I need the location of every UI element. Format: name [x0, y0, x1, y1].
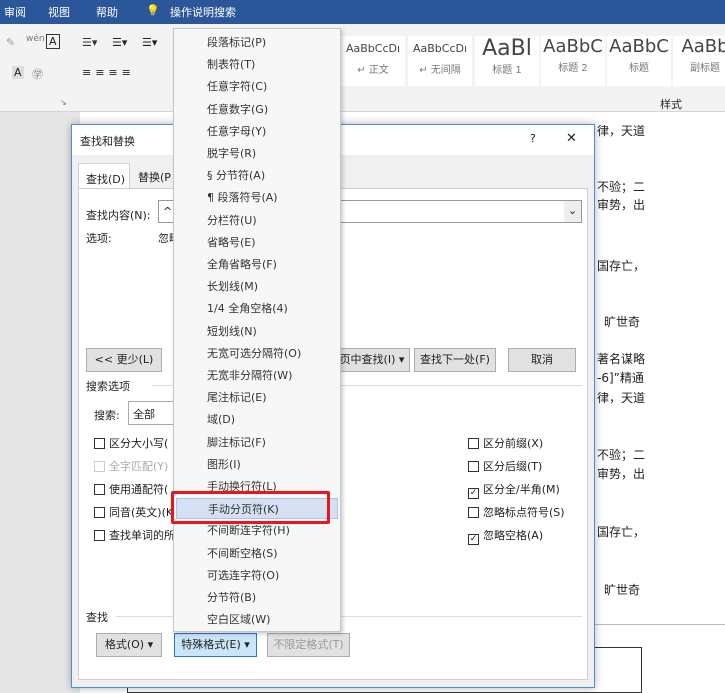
doc-line: 律，天道 [597, 391, 646, 405]
dialog-title: 查找和替换 [80, 135, 135, 148]
match-width-checkbox[interactable]: ✓ 区分全/半角(M) [468, 481, 560, 499]
lightbulb-icon: 💡 [146, 4, 160, 17]
options-label: 选项: [86, 232, 112, 245]
styles-group-label: 样式 [660, 98, 682, 111]
search-direction-select[interactable]: 全部 [128, 401, 178, 425]
special-menu-item[interactable]: 脚注标记(F) [176, 432, 338, 453]
special-menu-item[interactable]: 任意数字(G) [176, 99, 338, 120]
doc-line: 旷世奇 [604, 583, 641, 597]
wildcards-checkbox[interactable]: 使用通配符( [94, 481, 168, 497]
chevron-down-icon[interactable]: ⌄ [564, 201, 581, 222]
ribbon: ✎ wén A A ㊫ ☰▾ ☰▾ ☰▾ ≡≡≡≡ ↘ AaBbCcDı ↵ 正文… [0, 24, 725, 112]
doc-line: 国存亡， [597, 259, 646, 273]
tab-find[interactable]: 查找(D) [78, 163, 130, 189]
numbering-icon[interactable]: ☰▾ [112, 36, 127, 49]
tell-me-search[interactable]: 操作说明搜索 [170, 4, 236, 20]
menu-bar: 审阅 视图 帮助 💡 操作说明搜索 [0, 0, 725, 24]
menu-view[interactable]: 视图 [48, 4, 70, 20]
doc-line: -6]”精通 [597, 371, 644, 385]
special-format-button[interactable]: 特殊格式(E) ▾ [174, 633, 257, 657]
doc-line: 审势，出 [597, 198, 646, 212]
help-button[interactable]: ? [530, 132, 536, 145]
clear-format-icon[interactable]: ✎ [6, 36, 15, 49]
whole-word-checkbox[interactable]: 全字匹配(Y) [94, 458, 168, 474]
doc-line: 旷世奇 [604, 315, 641, 329]
no-formatting-button[interactable]: 不限定格式(T) [267, 633, 350, 657]
special-menu-item[interactable]: 省略号(E) [176, 232, 338, 253]
find-in-button[interactable]: 页中查找(I) ▾ [334, 348, 410, 372]
special-menu-item[interactable]: 无宽可选分隔符(O) [176, 343, 338, 364]
align-icons[interactable]: ≡≡≡≡ [82, 66, 135, 79]
special-menu-item[interactable]: § 分节符(A) [176, 165, 338, 186]
search-label: 搜索: [94, 409, 120, 422]
special-menu-item[interactable]: 不间断空格(S) [176, 543, 338, 564]
highlight-annotation [171, 491, 330, 524]
find-next-button[interactable]: 查找下一处(F) [414, 348, 496, 372]
special-menu-item[interactable]: 脱字号(R) [176, 143, 338, 164]
find-section-label: 查找 [86, 609, 114, 625]
char-shading-icon[interactable]: A [12, 66, 24, 79]
style-no-spacing[interactable]: AaBbCcDı ↵ 无间隔 [408, 36, 472, 86]
special-menu-item[interactable]: 尾注标记(E) [176, 387, 338, 408]
style-subtitle[interactable]: AaBb 副标题 [673, 36, 725, 86]
find-label: 查找内容(N): [86, 209, 151, 222]
doc-line: 国存亡， [597, 525, 646, 539]
menu-help[interactable]: 帮助 [96, 4, 118, 20]
char-border-icon[interactable]: A [46, 34, 60, 49]
tab-replace[interactable]: 替换(P [138, 169, 171, 185]
style-title[interactable]: AaBbC 标题 [607, 36, 671, 86]
special-menu-item[interactable]: 段落标记(P) [176, 32, 338, 53]
special-menu-item[interactable]: 任意字母(Y) [176, 121, 338, 142]
special-menu-item[interactable]: 全角省略号(F) [176, 254, 338, 275]
special-menu-item[interactable]: 分节符(B) [176, 587, 338, 608]
doc-line: 不验；二 [597, 448, 646, 462]
dialog-launcher-icon[interactable]: ↘ [60, 98, 67, 107]
enclose-char-icon[interactable]: ㊫ [32, 66, 43, 82]
doc-line: 律，天道 [597, 124, 646, 138]
special-menu-item[interactable]: 任意字符(C) [176, 76, 338, 97]
multilevel-list-icon[interactable]: ☰▾ [142, 36, 157, 49]
phonetic-guide-icon[interactable]: wén [26, 34, 45, 44]
special-menu-item[interactable]: 短划线(N) [176, 321, 338, 342]
ignore-punct-checkbox[interactable]: 忽略标点符号(S) [468, 504, 565, 520]
special-menu-item[interactable]: 图形(I) [176, 454, 338, 475]
special-menu-item[interactable]: 空白区域(W) [176, 609, 338, 630]
search-options-label: 搜索选项 [86, 378, 136, 394]
match-suffix-checkbox[interactable]: 区分后缀(T) [468, 458, 542, 474]
doc-line: 不验；二 [597, 180, 646, 194]
bullets-icon[interactable]: ☰▾ [82, 36, 97, 49]
word-forms-checkbox[interactable]: 查找单词的所 [94, 527, 175, 543]
match-prefix-checkbox[interactable]: 区分前缀(X) [468, 435, 543, 451]
special-menu-item[interactable]: ¶ 段落符号(A) [176, 187, 338, 208]
special-menu-item[interactable]: 分栏符(U) [176, 210, 338, 231]
style-heading1[interactable]: AaBl 标题 1 [475, 36, 539, 86]
special-menu-item[interactable]: 可选连字符(O) [176, 565, 338, 586]
special-menu-item[interactable]: 无宽非分隔符(W) [176, 365, 338, 386]
match-case-checkbox[interactable]: 区分大小写( [94, 435, 168, 451]
special-menu-item[interactable]: 制表符(T) [176, 54, 338, 75]
less-button[interactable]: << 更少(L) [86, 348, 162, 372]
doc-line: 审势，出 [597, 467, 646, 481]
special-menu-item[interactable]: 1/4 全角空格(4) [176, 298, 338, 319]
ignore-space-checkbox[interactable]: ✓ 忽略空格(A) [468, 527, 543, 545]
special-menu-item[interactable]: 长划线(M) [176, 276, 338, 297]
format-button[interactable]: 格式(O) ▾ [96, 633, 162, 657]
close-button[interactable]: ✕ [566, 131, 577, 146]
style-heading2[interactable]: AaBbC 标题 2 [541, 36, 605, 86]
menu-review[interactable]: 审阅 [4, 4, 26, 20]
sounds-like-checkbox[interactable]: 同音(英文)(K [94, 504, 173, 520]
special-format-menu: 段落标记(P) 制表符(T) 任意字符(C) 任意数字(G) 任意字母(Y) 脱字号(R)… [173, 28, 341, 632]
cancel-button[interactable]: 取消 [508, 348, 576, 372]
style-normal[interactable]: AaBbCcDı ↵ 正文 [341, 36, 405, 86]
doc-line: 著名谋略 [597, 352, 646, 366]
special-menu-item[interactable]: 域(D) [176, 409, 338, 430]
